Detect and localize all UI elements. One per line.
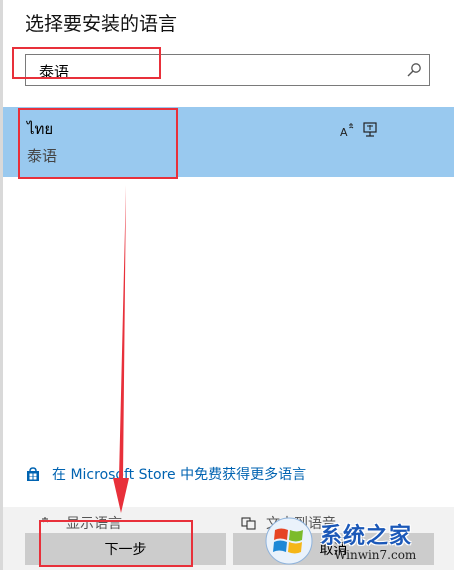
store-link[interactable]: 在 Microsoft Store 中免费获得更多语言 xyxy=(26,464,306,484)
search-input[interactable]: 泰语 xyxy=(25,54,430,86)
language-native-name: ไทย xyxy=(27,120,54,138)
store-link-label: 在 Microsoft Store 中免费获得更多语言 xyxy=(52,467,307,483)
search-input-value: 泰语 xyxy=(39,63,70,81)
speech-option[interactable]: 文本到语音 xyxy=(266,513,366,531)
language-localized-name: 泰语 xyxy=(27,147,58,165)
store-bag-icon xyxy=(27,466,39,481)
display-language-option-icon xyxy=(42,517,49,523)
text-to-speech-icon: A xyxy=(340,123,354,139)
window-left-edge xyxy=(0,0,3,570)
cancel-button[interactable]: 取消 xyxy=(233,533,434,565)
next-button[interactable]: 下一步 xyxy=(25,533,226,565)
speech-option-icon xyxy=(241,517,256,530)
language-list: ไทย 泰语 A xyxy=(3,107,454,177)
language-item-thai[interactable]: ไทย 泰语 A xyxy=(3,107,454,177)
dialog-title: 选择要安装的语言 xyxy=(25,13,178,35)
display-language-icon xyxy=(363,122,377,137)
search-icon[interactable] xyxy=(406,62,422,78)
display-language-option[interactable]: 显示语言 xyxy=(66,513,156,531)
svg-text:A: A xyxy=(340,126,348,139)
